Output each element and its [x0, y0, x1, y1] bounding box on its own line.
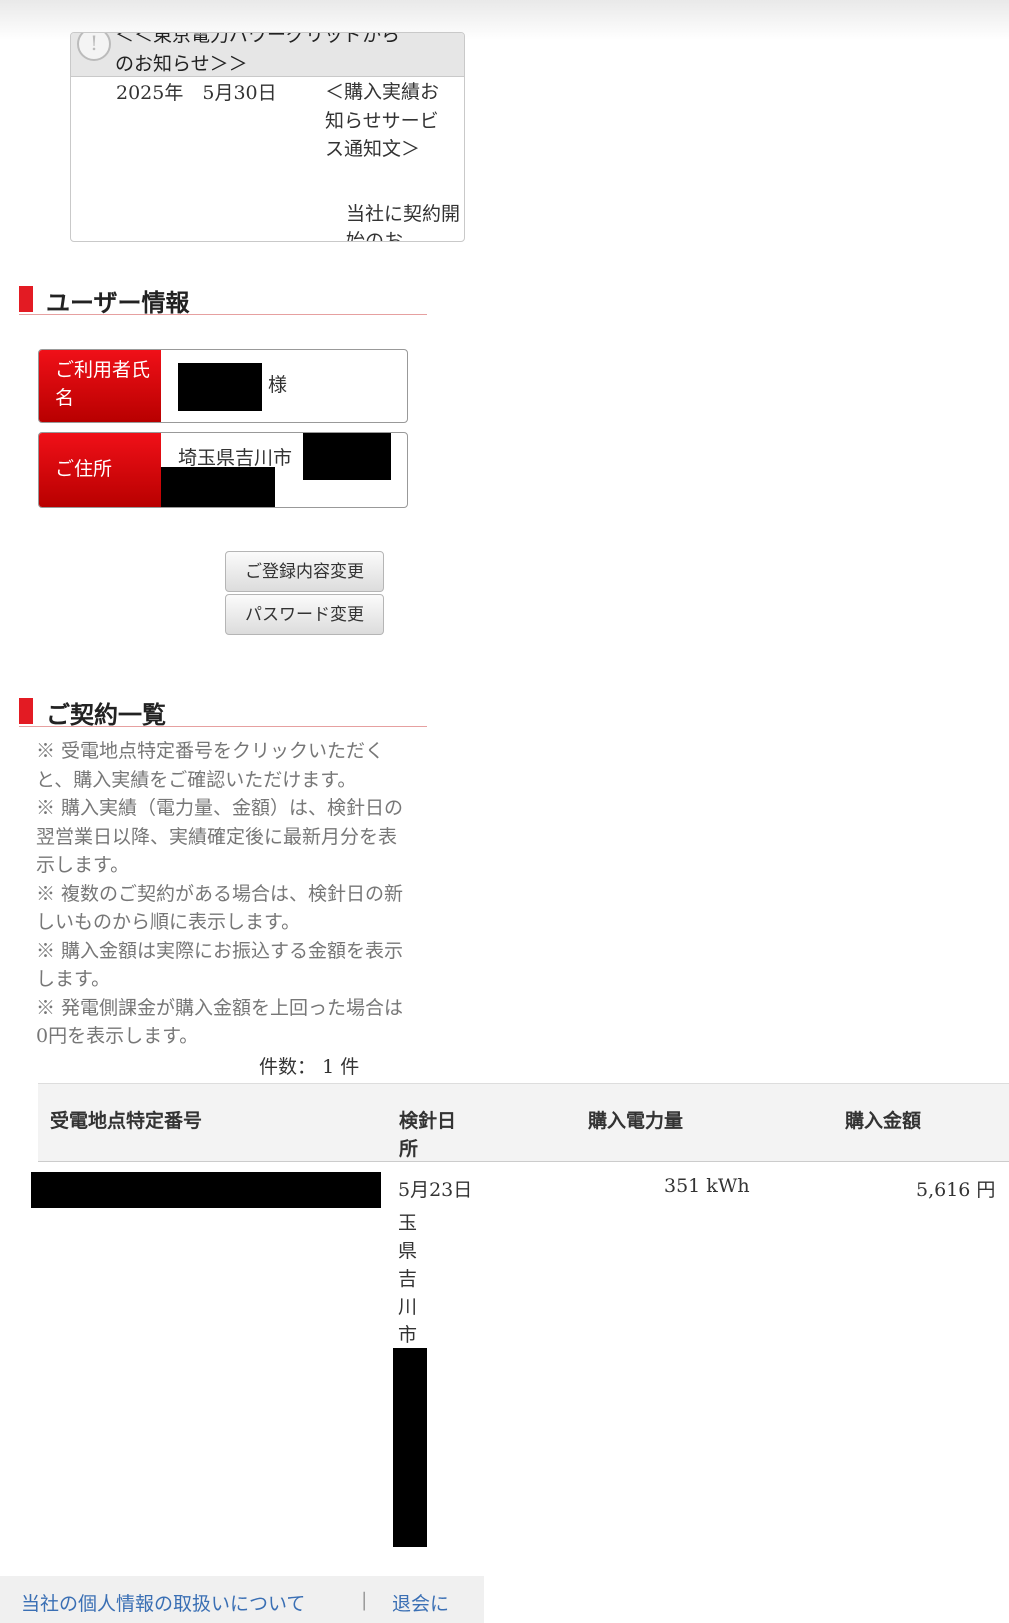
- count-value: 1: [322, 1056, 335, 1078]
- redacted-point-id-link[interactable]: [31, 1172, 381, 1208]
- withdraw-link[interactable]: 退会に: [392, 1589, 449, 1616]
- redacted-address-2: [161, 467, 275, 507]
- column-kwh: 購入電力量: [588, 1110, 684, 1132]
- contract-section-title: ご契約一覧: [46, 700, 166, 729]
- row-address: 玉 県 吉 川 市: [398, 1209, 422, 1349]
- section-marker-2: [19, 698, 33, 724]
- note-item: ※ 購入実績（電力量、金額）は、検針日の翌営業日以降、実績確定後に最新月分を表示…: [36, 797, 404, 876]
- notice-body-continued: 当社に契約開始のお: [346, 203, 461, 242]
- footer-separator: |: [361, 1589, 368, 1611]
- row-kwh: 351 kWh: [664, 1175, 750, 1197]
- note-item: ※ 購入金額は実際にお振込する金額を表示します。: [36, 939, 404, 991]
- note-item: ※ 発電側課金が購入金額を上回った場合は0円を表示します。: [36, 996, 404, 1048]
- edit-registration-button[interactable]: ご登録内容変更: [225, 551, 384, 592]
- section-divider: [19, 314, 427, 315]
- user-address-row: ご住所 埼玉県吉川市: [38, 432, 408, 508]
- info-icon: !: [77, 33, 111, 61]
- row-amount: 5,616 円: [916, 1179, 996, 1201]
- table-header: 受電地点特定番号 検針日 所 購入電力量 購入金額: [38, 1083, 1009, 1162]
- count-label: 件数：: [259, 1056, 317, 1078]
- user-name-row: ご利用者氏名 様: [38, 349, 408, 423]
- address-char: 吉: [398, 1268, 418, 1290]
- notice-date: 2025年 5月30日: [116, 82, 277, 104]
- user-address-label: ご住所: [39, 433, 161, 507]
- section-marker: [19, 286, 33, 312]
- privacy-policy-link[interactable]: 当社の個人情報の取扱いについて: [21, 1589, 305, 1616]
- user-section-title: ユーザー情報: [46, 288, 190, 317]
- name-suffix: 様: [268, 374, 288, 396]
- section-divider-2: [19, 726, 427, 727]
- column-address: 所: [399, 1138, 419, 1160]
- row-date: 5月23日: [398, 1179, 473, 1201]
- column-date: 検針日: [399, 1110, 457, 1132]
- address-char: 玉: [398, 1212, 418, 1234]
- notice-box[interactable]: ! ＜＜東京電力パワーグリッドからのお知らせ＞＞ 2025年 5月30日 ＜購入…: [70, 32, 465, 242]
- note-item: ※ 受電地点特定番号をクリックいただくと、購入実績をご確認いただけます。: [36, 740, 385, 791]
- redacted-address: [303, 433, 391, 480]
- notice-title: ＜＜東京電力パワーグリッドからのお知らせ＞＞: [115, 32, 401, 75]
- notice-header: ! ＜＜東京電力パワーグリッドからのお知らせ＞＞: [71, 33, 464, 77]
- column-point-id: 受電地点特定番号: [50, 1110, 203, 1132]
- address-char: 県: [398, 1240, 418, 1262]
- address-char: 川: [398, 1296, 418, 1318]
- address-value: 埼玉県吉川市: [178, 447, 293, 469]
- address-char: 市: [398, 1324, 418, 1346]
- user-name-label: ご利用者氏名: [39, 350, 161, 422]
- note-item: ※ 複数のご契約がある場合は、検針日の新しいものから順に表示します。: [36, 882, 404, 934]
- column-amount: 購入金額: [845, 1110, 922, 1132]
- contract-notes: ※ 受電地点特定番号をクリックいただくと、購入実績をご確認いただけます。 ※ 購…: [36, 737, 411, 1051]
- footer: 当社の個人情報の取扱いについて | 退会に: [0, 1576, 484, 1623]
- count-unit: 件: [340, 1056, 360, 1078]
- notice-body: ＜購入実績お知らせサービス通知文＞: [325, 81, 440, 160]
- record-count: 件数： 1 件: [259, 1052, 359, 1079]
- redacted-row-address: [393, 1348, 427, 1547]
- redacted-name: [178, 363, 262, 411]
- change-password-button[interactable]: パスワード変更: [225, 594, 384, 635]
